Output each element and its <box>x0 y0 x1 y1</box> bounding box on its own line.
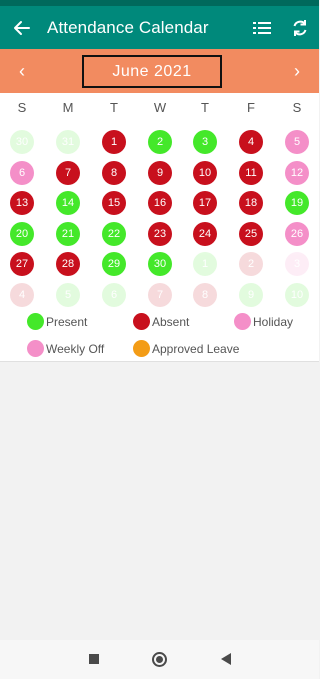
calendar-day[interactable]: 17 <box>193 191 217 216</box>
legend-dot <box>27 313 44 330</box>
next-month-button[interactable]: › <box>277 49 317 93</box>
calendar-day[interactable]: 28 <box>56 252 80 277</box>
weekday-label: T <box>201 100 209 115</box>
legend-label: Present <box>46 314 88 329</box>
weekday-label: T <box>110 100 118 115</box>
calendar-day[interactable]: 4 <box>10 283 34 307</box>
system-nav-bar <box>0 640 319 679</box>
back-button[interactable] <box>0 6 44 49</box>
legend-label: Weekly Off <box>46 341 105 356</box>
legend-item-holiday: Holiday <box>234 313 293 330</box>
legend-item-absent: Absent <box>133 313 189 330</box>
calendar-day[interactable]: 20 <box>10 221 34 246</box>
calendar-day[interactable]: 1 <box>193 252 217 277</box>
legend-dot <box>234 313 251 330</box>
calendar-day[interactable]: 5 <box>56 283 80 307</box>
calendar-day[interactable]: 27 <box>10 252 34 277</box>
calendar-day[interactable]: 14 <box>56 191 80 216</box>
legend-label: Approved Leave <box>152 341 240 356</box>
calendar-day[interactable]: 1 <box>102 130 126 154</box>
calendar-day[interactable]: 12 <box>285 160 309 185</box>
calendar-day[interactable]: 3 <box>193 130 217 154</box>
list-icon <box>253 21 271 34</box>
calendar-day[interactable]: 18 <box>239 191 263 216</box>
calendar-day[interactable]: 29 <box>102 252 126 277</box>
calendar-day[interactable]: 2 <box>148 130 172 154</box>
list-view-button[interactable] <box>243 6 281 49</box>
legend-item-weekly-off: Weekly Off <box>27 340 104 357</box>
calendar-day[interactable]: 6 <box>102 283 126 307</box>
calendar-day[interactable]: 3 <box>285 252 309 277</box>
calendar-day[interactable]: 2 <box>239 252 263 277</box>
legend-dot <box>133 313 150 330</box>
refresh-button[interactable] <box>281 6 319 49</box>
weekday-label: W <box>153 100 167 115</box>
calendar-grid: S M T W T F S 30 31 1 2 3 4 5 6 7 8 9 10 11 12 13 14 15 1… <box>0 93 319 309</box>
weekday-label: F <box>247 100 255 115</box>
legend-item-approved-leave: Approved Leave <box>133 340 239 357</box>
calendar-day[interactable]: 13 <box>10 191 34 216</box>
refresh-icon <box>293 19 307 36</box>
calendar-day[interactable]: 22 <box>102 221 126 246</box>
calendar-day[interactable]: 30 <box>10 130 34 154</box>
calendar-day[interactable]: 15 <box>102 191 126 216</box>
month-navigator: ‹ June 2021 › <box>0 49 319 93</box>
attendance-app: Attendance Calendar ‹ June 2021 › S M T … <box>0 0 319 679</box>
weekday-label: S <box>17 100 27 115</box>
calendar-day[interactable]: 26 <box>285 221 309 246</box>
status-legend: Present Absent Holiday Weekly Off Approv… <box>0 309 319 362</box>
calendar-day[interactable]: 9 <box>148 160 172 185</box>
calendar-day[interactable]: 21 <box>56 221 80 246</box>
arrow-left-icon <box>14 20 30 35</box>
calendar-day[interactable]: 30 <box>148 252 172 277</box>
triangle-back-icon[interactable] <box>221 653 231 665</box>
circle-home-icon[interactable] <box>152 652 167 667</box>
calendar-day[interactable]: 10 <box>193 160 217 185</box>
calendar-day[interactable]: 23 <box>148 221 172 246</box>
current-month-label[interactable]: June 2021 <box>82 55 222 88</box>
app-bar: Attendance Calendar <box>0 6 319 49</box>
calendar-day[interactable]: 8 <box>193 283 217 307</box>
legend-label: Absent <box>152 314 190 329</box>
calendar-day[interactable]: 19 <box>285 191 309 216</box>
calendar-day[interactable]: 31 <box>56 130 80 154</box>
calendar-day[interactable]: 7 <box>56 160 80 185</box>
calendar-day[interactable]: 4 <box>239 130 263 154</box>
calendar-day[interactable]: 16 <box>148 191 172 216</box>
legend-item-present: Present <box>27 313 87 330</box>
calendar-day[interactable]: 8 <box>102 160 126 185</box>
weekday-label: S <box>292 100 302 115</box>
legend-dot <box>27 340 44 357</box>
calendar-day[interactable]: 10 <box>285 283 309 307</box>
calendar-day[interactable]: 7 <box>148 283 172 307</box>
weekday-header: S M T W T F S <box>0 93 319 121</box>
calendar-day[interactable]: 11 <box>239 160 263 185</box>
calendar-day[interactable]: 6 <box>10 160 34 185</box>
calendar-day[interactable]: 5 <box>285 130 309 154</box>
square-icon[interactable] <box>89 654 99 664</box>
calendar-day[interactable]: 25 <box>239 221 263 246</box>
legend-label: Holiday <box>253 314 294 329</box>
prev-month-button[interactable]: ‹ <box>2 49 42 93</box>
legend-dot <box>133 340 150 357</box>
calendar-day[interactable]: 24 <box>193 221 217 246</box>
weekday-label: M <box>62 100 74 115</box>
calendar-day[interactable]: 9 <box>239 283 263 307</box>
page-title: Attendance Calendar <box>47 17 209 37</box>
